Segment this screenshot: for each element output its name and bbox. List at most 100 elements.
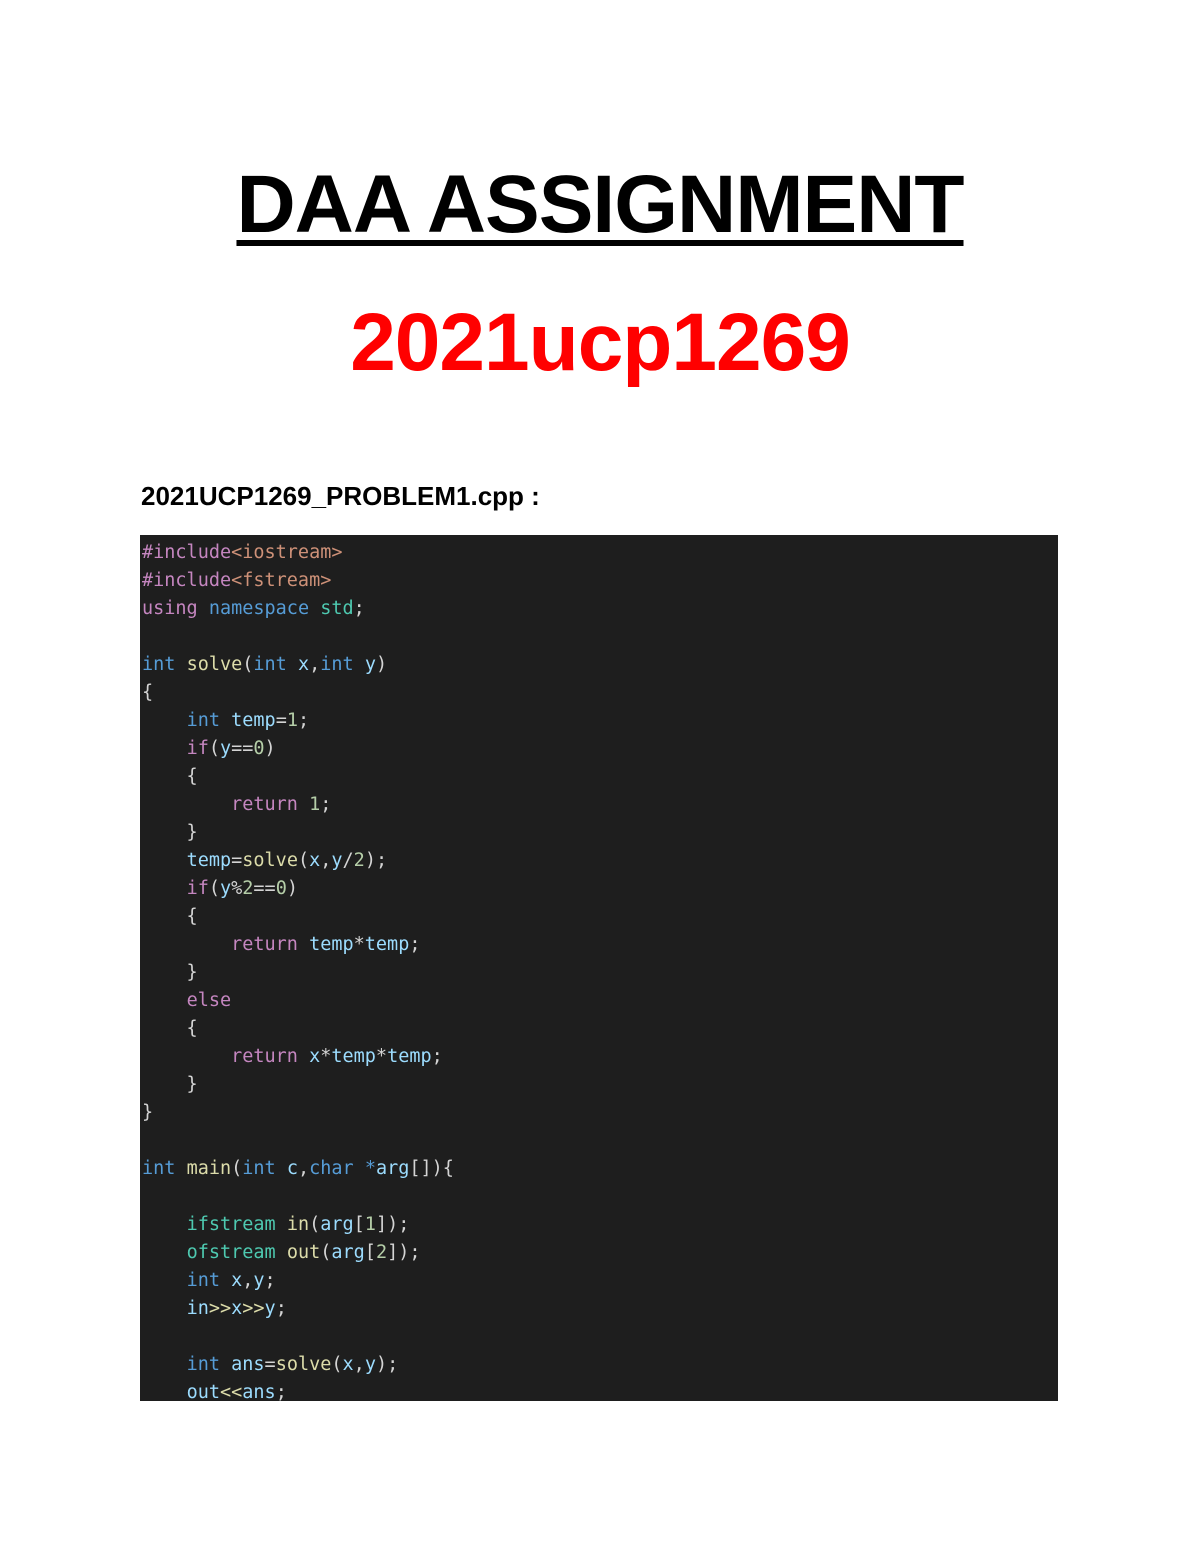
code-token: ofstream: [186, 1242, 276, 1263]
code-token: (: [242, 654, 254, 675]
code-token: {: [142, 766, 198, 787]
code-token: int: [320, 654, 354, 675]
code-token: <<: [219, 1382, 243, 1401]
code-token: temp: [364, 934, 410, 955]
code-token: ==: [231, 738, 254, 759]
code-line: {: [140, 679, 1058, 707]
code-token: ifstream: [186, 1214, 276, 1235]
code-token: %: [231, 878, 243, 899]
document-title: DAA ASSIGNMENT: [0, 158, 1200, 252]
code-line: return x*temp*temp;: [140, 1043, 1058, 1071]
code-token: arg: [375, 1158, 410, 1179]
code-token: [: [353, 1214, 365, 1235]
code-line: #include<iostream>: [140, 539, 1058, 567]
code-token: arg: [320, 1214, 354, 1235]
code-token: );: [364, 850, 388, 871]
code-token: 1: [364, 1214, 376, 1235]
code-token: >>: [242, 1298, 265, 1319]
code-token: }: [142, 822, 198, 843]
code-line: using namespace std;: [140, 595, 1058, 623]
code-token: 0: [253, 738, 265, 759]
code-token: x: [297, 654, 310, 675]
code-token: {: [142, 906, 198, 927]
code-token: (: [208, 878, 220, 899]
code-token: ;: [297, 710, 310, 731]
code-token: main: [186, 1158, 232, 1179]
code-line: in>>x>>y;: [140, 1295, 1058, 1323]
code-token: *: [375, 1046, 388, 1067]
code-token: in: [286, 1214, 310, 1235]
code-token: else: [186, 990, 232, 1011]
code-line: return temp*temp;: [140, 931, 1058, 959]
code-token: /: [342, 850, 354, 871]
code-token: ,: [353, 1354, 365, 1375]
code-token: ): [286, 878, 298, 899]
code-line: int ans=solve(x,y);: [140, 1351, 1058, 1379]
code-token: int: [142, 1158, 176, 1179]
code-token: y: [253, 1270, 265, 1291]
code-line: else: [140, 987, 1058, 1015]
code-token: (: [231, 1158, 243, 1179]
code-token: }: [142, 1102, 154, 1123]
code-token: (: [309, 1214, 321, 1235]
code-token: temp: [231, 710, 276, 731]
code-token: x: [231, 1298, 243, 1319]
code-token: y: [364, 654, 376, 675]
code-line: if(y%2==0): [140, 875, 1058, 903]
code-token: y: [219, 738, 232, 759]
code-token: int: [186, 710, 220, 731]
code-token: y: [331, 850, 343, 871]
code-token: 2: [375, 1242, 388, 1263]
code-line: int solve(int x,int y): [140, 651, 1058, 679]
code-line: ifstream in(arg[1]);: [140, 1211, 1058, 1239]
code-token: *: [320, 1046, 332, 1067]
code-token: 1: [309, 794, 321, 815]
code-token: }: [142, 962, 198, 983]
code-token: x: [309, 850, 321, 871]
code-token: #include: [142, 542, 232, 563]
code-line: {: [140, 1015, 1058, 1043]
code-token: in: [186, 1298, 209, 1319]
code-token: 0: [275, 878, 287, 899]
code-token: return: [231, 1046, 298, 1067]
code-token: temp: [331, 1046, 376, 1067]
code-token: {: [142, 1018, 198, 1039]
code-token: int: [186, 1354, 220, 1375]
code-token: namespace: [208, 598, 310, 619]
code-token: ;: [320, 794, 332, 815]
file-heading: 2021UCP1269_PROBLEM1.cpp :: [141, 481, 540, 511]
code-line: int x,y;: [140, 1267, 1058, 1295]
code-token: solve: [186, 654, 243, 675]
document-title-text: DAA ASSIGNMENT: [236, 159, 964, 250]
code-token: std: [320, 598, 354, 619]
code-token: ,: [309, 654, 321, 675]
code-token: arg: [331, 1242, 365, 1263]
code-token: x: [231, 1270, 243, 1291]
code-token: 2: [353, 850, 365, 871]
code-token: *: [364, 1158, 376, 1179]
code-token: out: [286, 1242, 321, 1263]
code-token: );: [375, 1354, 399, 1375]
code-token: {: [142, 682, 154, 703]
code-token: ;: [275, 1298, 287, 1319]
